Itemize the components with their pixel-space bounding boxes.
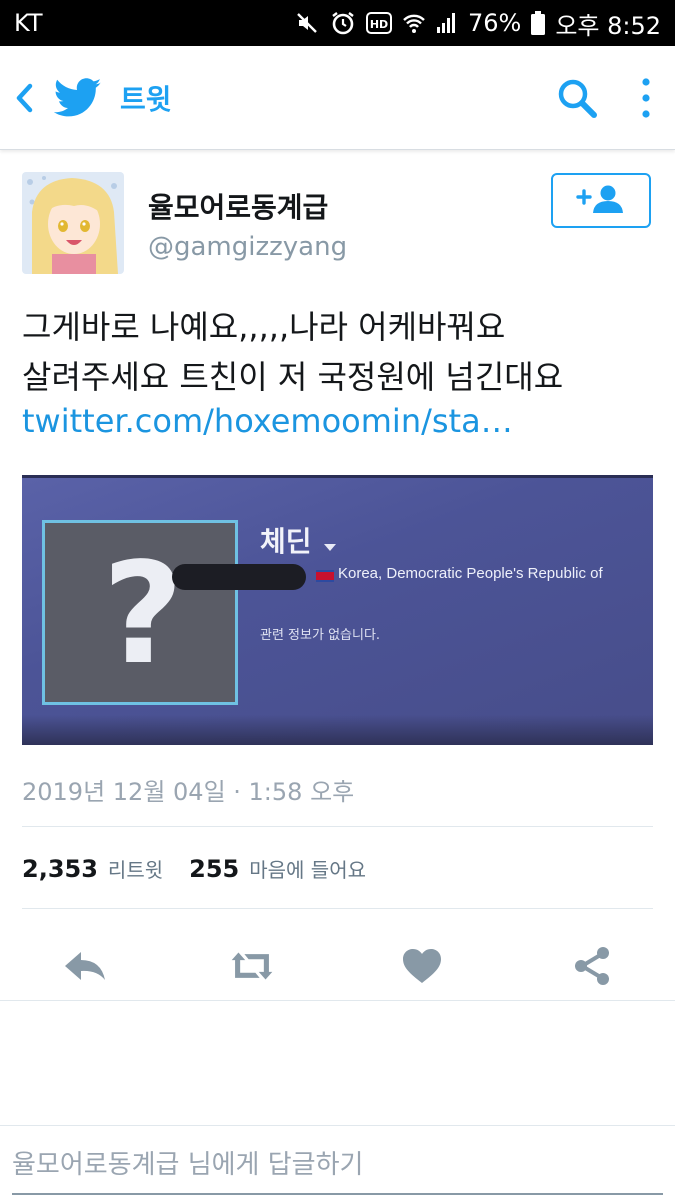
display-name[interactable]: 율모어로동계급 <box>148 186 328 226</box>
carrier-label: KT <box>14 9 43 37</box>
media-no-info: 관련 정보가 없습니다. <box>260 628 381 643</box>
more-icon[interactable] <box>639 76 653 120</box>
unknown-profile-image: ? <box>42 520 238 705</box>
reply-icon[interactable] <box>63 944 107 988</box>
tweet-timestamp: 2019년 12월 04일 · 1:58 오후 <box>22 778 355 806</box>
battery-icon <box>531 11 546 35</box>
retweet-icon[interactable] <box>230 944 274 988</box>
like-count[interactable]: 255 <box>189 855 239 883</box>
divider <box>22 908 653 909</box>
reply-input-underline <box>12 1193 663 1195</box>
media-profile-name: 체딘 <box>260 525 312 558</box>
retweet-label[interactable]: 리트윗 <box>108 854 163 883</box>
search-icon[interactable] <box>555 76 599 120</box>
divider <box>22 826 653 827</box>
tweet-actions <box>0 930 675 1000</box>
nav-bar: 트윗 <box>0 46 675 150</box>
follow-user-icon <box>575 184 627 218</box>
reply-input[interactable]: 율모어로동계급 님에게 답글하기 <box>12 1144 363 1181</box>
mute-icon <box>296 11 320 35</box>
battery-percent: 76% <box>467 9 522 37</box>
follow-button[interactable] <box>551 173 651 228</box>
media-country: Korea, Democratic People's Republic of <box>338 565 603 582</box>
svg-text:HD: HD <box>370 18 388 31</box>
tweet-link[interactable]: twitter.com/hoxemoomin/sta… <box>22 396 513 446</box>
hd-icon: HD <box>365 12 392 34</box>
alarm-icon <box>330 10 356 36</box>
share-icon[interactable] <box>570 944 614 988</box>
back-icon[interactable] <box>14 78 36 118</box>
question-mark-glyph: ? <box>102 533 184 696</box>
avatar[interactable] <box>22 172 124 274</box>
flag-icon <box>316 570 334 582</box>
clock: 오후 8:52 <box>555 11 661 40</box>
caret-down-icon <box>324 544 336 551</box>
heart-icon[interactable] <box>400 944 444 988</box>
like-label[interactable]: 마음에 들어요 <box>249 854 366 883</box>
tweet-text-line: 살려주세요 트친이 저 국정원에 넘긴대요 <box>22 358 564 396</box>
user-handle[interactable]: @gamgizzyang <box>148 232 347 262</box>
media-shade <box>22 715 653 745</box>
page-title: 트윗 <box>120 82 172 116</box>
redaction-bar <box>172 564 306 590</box>
status-icons: HD 76% 오후 8:52 <box>296 6 661 41</box>
tweet-text: 그게바로 나예요,,,,,나라 어케바꿔요 살려주세요 트친이 저 국정원에 넘… <box>22 302 652 402</box>
tweet-stats: 2,353 리트윗 255 마음에 들어요 <box>22 854 366 883</box>
tweet-text-line: 그게바로 나예요,,,,,나라 어케바꿔요 <box>22 308 506 346</box>
reply-composer[interactable]: 율모어로동계급 님에게 답글하기 <box>0 1125 675 1200</box>
twitter-bird-icon <box>53 77 102 118</box>
wifi-icon <box>402 11 426 35</box>
status-bar: KT HD 76% 오후 8:52 <box>0 0 675 46</box>
tweet-media-image[interactable]: ? 체딘 Korea, Democratic People's Republic… <box>22 475 653 745</box>
retweet-count[interactable]: 2,353 <box>22 855 98 883</box>
divider <box>0 1000 675 1001</box>
signal-icon <box>436 12 458 34</box>
